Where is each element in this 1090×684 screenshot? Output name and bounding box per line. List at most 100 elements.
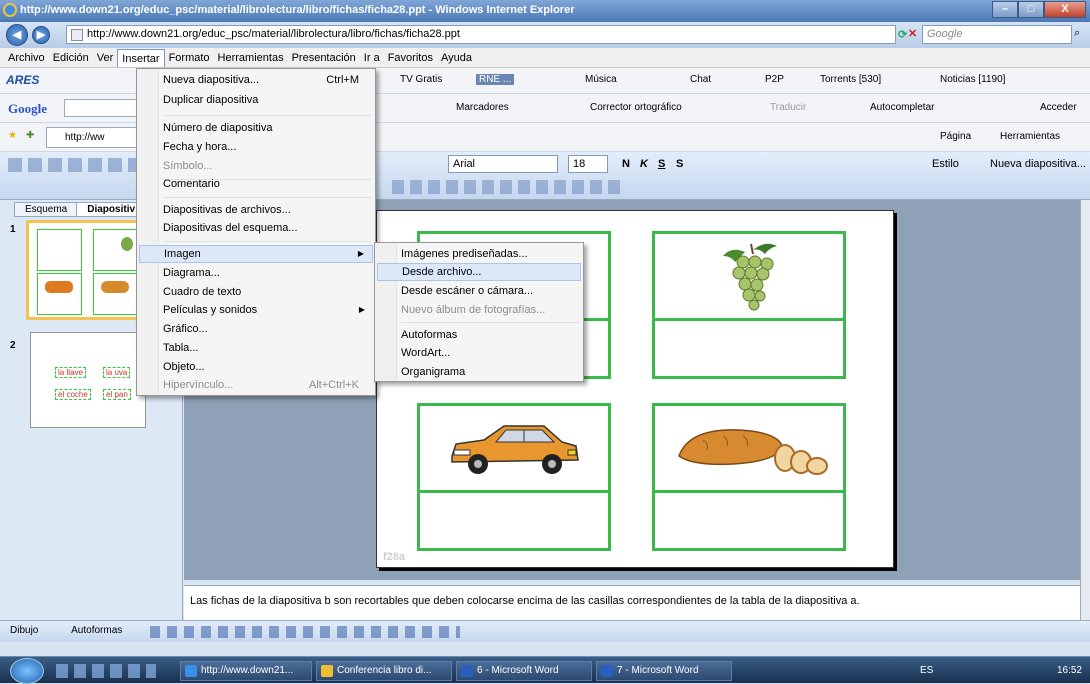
bread-image[interactable] — [673, 426, 833, 476]
back-button[interactable]: ◀ — [6, 24, 28, 46]
table-cell-bottom-left[interactable] — [417, 403, 611, 551]
menu-favoritos[interactable]: Favoritos — [384, 49, 437, 67]
ares-noticias[interactable]: Noticias [1190] — [940, 74, 1005, 85]
car-image[interactable] — [444, 420, 584, 480]
herramientas-button[interactable]: Herramientas — [1000, 131, 1060, 142]
google-logo: Google — [8, 101, 47, 116]
menu-formato[interactable]: Formato — [165, 49, 214, 67]
ares-rne[interactable]: RNE ... — [476, 74, 515, 85]
dibujo-menu[interactable]: Dibujo — [10, 625, 38, 636]
bold-button[interactable]: N — [622, 158, 630, 170]
minimize-button[interactable]: – — [992, 1, 1018, 18]
menu-edicion[interactable]: Edición — [49, 49, 93, 67]
menu-item-diagrama[interactable]: Diagrama... — [139, 264, 373, 282]
menu-item-comentario[interactable]: Comentario — [139, 175, 373, 193]
task-ie[interactable]: http://www.down21... — [180, 661, 312, 681]
window-titlebar[interactable]: http://www.down21.org/educ_psc/material/… — [0, 0, 1090, 22]
grapes-image[interactable] — [717, 240, 787, 312]
menu-herramientas[interactable]: Herramientas — [214, 49, 288, 67]
submenu-item-autoformas[interactable]: Autoformas — [377, 326, 581, 344]
task-word-7[interactable]: 7 - Microsoft Word — [596, 661, 732, 681]
ares-tv[interactable]: TV Gratis — [400, 74, 442, 85]
font-size-select[interactable]: 18 — [568, 155, 608, 173]
standard-toolbar-icons[interactable] — [8, 158, 138, 172]
task-conferencia[interactable]: Conferencia libro di... — [316, 661, 452, 681]
menu-item-nueva-diapositiva[interactable]: Nueva diapositiva... Ctrl+M — [139, 71, 373, 89]
shadow-button[interactable]: S — [676, 158, 683, 170]
marcadores-button[interactable]: Marcadores — [456, 102, 509, 113]
pagina-button[interactable]: Página — [940, 131, 971, 142]
autoformas-menu[interactable]: Autoformas — [71, 625, 122, 636]
clock[interactable]: 16:52 — [1057, 665, 1082, 676]
tab-esquema[interactable]: Esquema — [14, 202, 79, 217]
estilo-button[interactable]: Estilo — [932, 158, 959, 170]
slide-thumbnail-2[interactable]: la llave la uva el coche el pan — [30, 332, 146, 428]
language-indicator[interactable]: ES — [920, 665, 933, 676]
submenu-item-wordart[interactable]: WordArt... — [377, 344, 581, 362]
menu-item-diap-archivos[interactable]: Diapositivas de archivos... — [139, 201, 373, 219]
menu-item-grafico[interactable]: Gráfico... — [139, 320, 373, 338]
status-gap — [0, 642, 1090, 656]
refresh-icon[interactable]: ⟳ — [898, 28, 907, 41]
maximize-button[interactable]: □ — [1018, 1, 1044, 18]
menu-ayuda[interactable]: Ayuda — [437, 49, 476, 67]
menu-item-numero[interactable]: Número de diapositiva — [139, 119, 373, 137]
menu-presentacion[interactable]: Presentación — [288, 49, 360, 67]
italic-button[interactable]: K — [640, 158, 648, 170]
grapes-thumbnail-icon — [121, 237, 133, 251]
ie-tab[interactable]: http://ww — [46, 127, 146, 148]
menu-item-peliculas[interactable]: Películas y sonidos ▶ — [139, 301, 373, 319]
menu-insertar[interactable]: Insertar — [117, 48, 165, 67]
ares-torrents[interactable]: Torrents [530] — [820, 74, 881, 85]
stop-icon[interactable]: ✕ — [908, 27, 917, 40]
submenu-item-organigrama[interactable]: Organigrama — [377, 363, 581, 381]
close-button[interactable]: X — [1044, 1, 1086, 18]
ares-chat[interactable]: Chat — [690, 74, 711, 85]
underline-button[interactable]: S — [658, 158, 665, 170]
menu-item-cuadro-texto[interactable]: Cuadro de texto — [139, 283, 373, 301]
menu-archivo[interactable]: Archivo — [4, 49, 49, 67]
acceder-button[interactable]: Acceder — [1040, 102, 1077, 113]
menu-ver[interactable]: Ver — [93, 49, 118, 67]
corrector-button[interactable]: Corrector ortográfico — [590, 102, 682, 113]
favorites-star-icon[interactable]: ★ — [8, 130, 17, 141]
google-search-input[interactable] — [64, 99, 144, 117]
address-input[interactable]: http://www.down21.org/educ_psc/material/… — [66, 25, 896, 44]
menu-item-objeto[interactable]: Objeto... — [139, 358, 373, 376]
notes-text: Las fichas de la diapositiva b son recor… — [190, 595, 860, 607]
quick-launch-icons[interactable] — [56, 664, 156, 678]
menu-item-duplicar[interactable]: Duplicar diapositiva — [139, 91, 373, 109]
traducir-button[interactable]: Traducir — [770, 102, 806, 113]
nueva-diapositiva-button[interactable]: Nueva diapositiva... — [990, 158, 1086, 170]
task-word-6[interactable]: 6 - Microsoft Word — [456, 661, 592, 681]
start-button[interactable] — [10, 658, 44, 684]
submenu-item-escaner[interactable]: Desde escáner o cámara... — [377, 282, 581, 300]
slide-thumbnail-1[interactable] — [26, 220, 146, 320]
table-cell-top-right[interactable] — [652, 231, 846, 379]
menu-item-imagen[interactable]: Imagen ▶ — [139, 245, 373, 263]
ares-p2p[interactable]: P2P — [765, 74, 784, 85]
menu-item-tabla[interactable]: Tabla... — [139, 339, 373, 357]
submenu-item-desde-archivo[interactable]: Desde archivo... — [377, 263, 581, 281]
add-favorite-icon[interactable]: ✚ — [26, 130, 34, 141]
notes-pane[interactable]: Las fichas de la diapositiva b son recor… — [184, 585, 1080, 620]
submenu-item-prediseñadas[interactable]: Imágenes prediseñadas... — [377, 245, 581, 263]
view-buttons[interactable] — [0, 600, 183, 620]
font-select[interactable]: Arial — [448, 155, 558, 173]
ares-musica[interactable]: Música — [585, 74, 617, 85]
menu-item-diap-esquema[interactable]: Diapositivas del esquema... — [139, 219, 373, 237]
secondary-toolbar-icons[interactable] — [392, 180, 622, 194]
slide-footer-label: f28a — [383, 551, 406, 563]
ie-icon — [3, 3, 17, 17]
autocompletar-button[interactable]: Autocompletar — [870, 102, 934, 113]
menu-item-fecha[interactable]: Fecha y hora... — [139, 138, 373, 156]
search-input[interactable]: Google — [922, 25, 1072, 44]
vertical-scrollbar[interactable] — [1080, 200, 1090, 620]
table-cell-bottom-right[interactable] — [652, 403, 846, 551]
menu-ir-a[interactable]: Ir a — [360, 49, 384, 67]
drawing-tool-icons[interactable] — [150, 626, 460, 638]
forward-button[interactable]: ▶ — [32, 26, 50, 44]
taskbar: http://www.down21... Conferencia libro d… — [0, 656, 1090, 684]
search-icon[interactable]: ⌕ — [1074, 27, 1080, 40]
slide-number: 2 — [10, 340, 16, 351]
